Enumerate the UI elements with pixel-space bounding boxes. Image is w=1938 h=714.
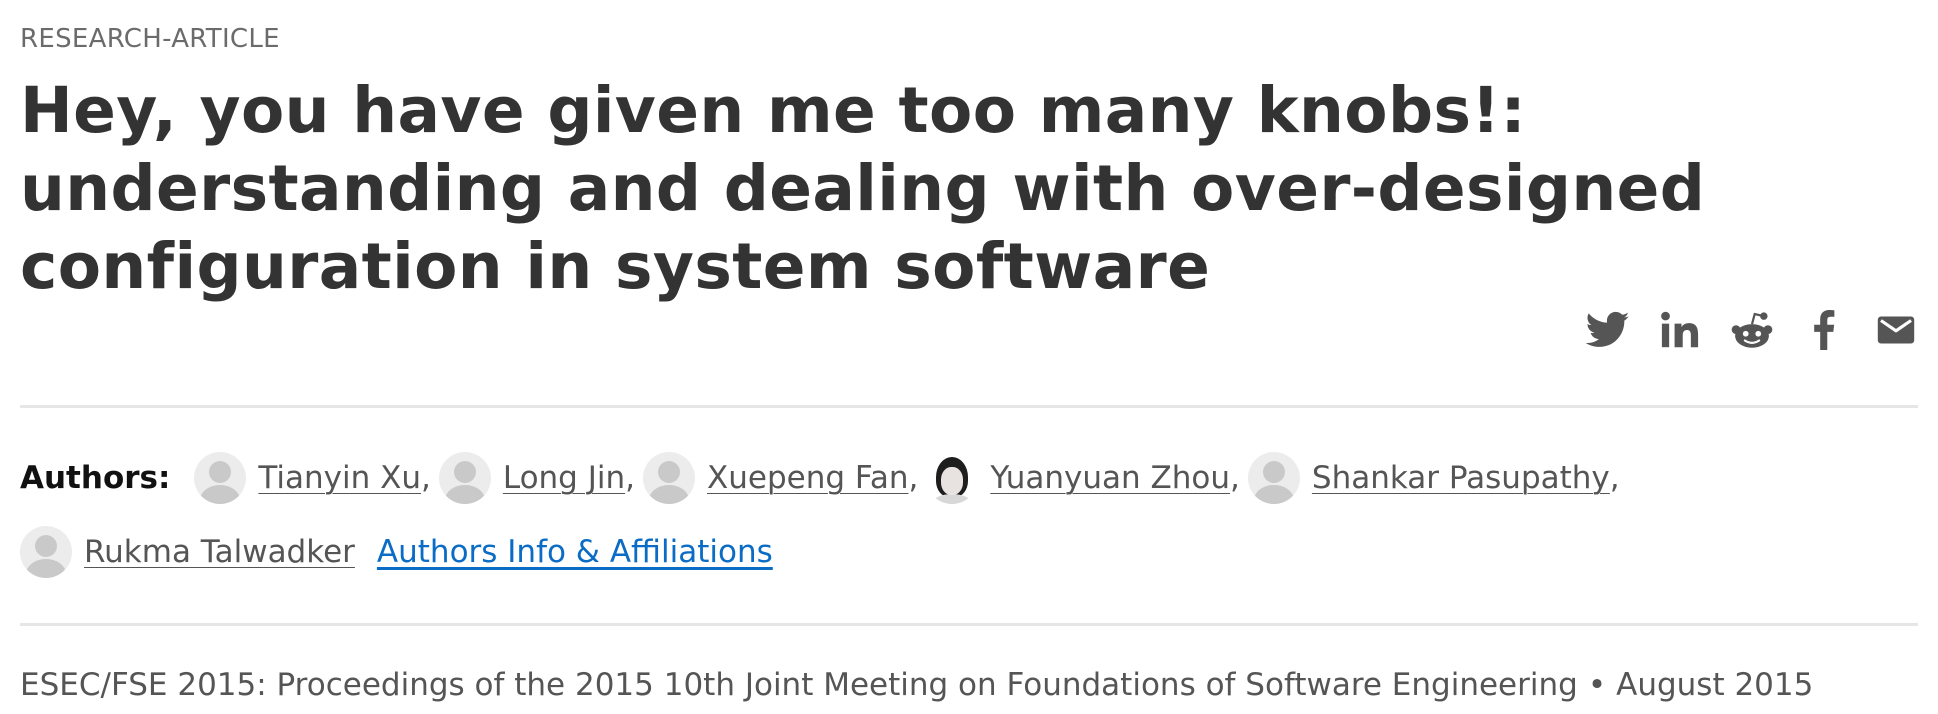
share-toolbar	[1586, 308, 1918, 352]
avatar-photo	[926, 452, 979, 504]
author-separator: ,	[908, 460, 919, 496]
authors-affiliations-link[interactable]: Authors Info & Affiliations	[377, 534, 773, 570]
article-title: Hey, you have given me too many knobs!: …	[20, 74, 1706, 303]
author-link[interactable]: Shankar Pasupathy	[1312, 460, 1610, 496]
author-link[interactable]: Xuepeng Fan	[707, 460, 909, 496]
author-item: Yuanyuan Zhou,	[926, 452, 1248, 504]
author-link[interactable]: Yuanyuan Zhou	[990, 460, 1230, 496]
facebook-icon	[1814, 310, 1835, 350]
avatar	[194, 452, 247, 504]
avatar	[1247, 452, 1300, 504]
proceedings-venue: ESEC/FSE 2015: Proceedings of the 2015 1…	[20, 667, 1578, 703]
reddit-icon	[1731, 312, 1773, 348]
avatar	[20, 526, 72, 578]
author-link[interactable]: Long Jin	[503, 460, 625, 496]
author-separator: ,	[625, 460, 635, 496]
author-item: Shankar Pasupathy,	[1247, 452, 1628, 504]
publication-info: ESEC/FSE 2015: Proceedings of the 2015 1…	[20, 667, 1813, 703]
divider	[20, 623, 1918, 626]
author-item: Rukma Talwadker	[20, 526, 355, 578]
author-item: Long Jin,	[438, 452, 643, 504]
share-facebook-button[interactable]	[1802, 308, 1846, 352]
share-email-button[interactable]	[1874, 308, 1918, 352]
authors-list-continued: Rukma Talwadker Authors Info & Affiliati…	[20, 526, 773, 578]
author-item: Xuepeng Fan,	[642, 452, 926, 504]
email-icon	[1877, 316, 1915, 344]
share-linkedin-button[interactable]	[1658, 308, 1702, 352]
authors-list: Authors: Tianyin Xu, Long Jin, Xuepeng F…	[20, 452, 1628, 504]
author-link[interactable]: Rukma Talwadker	[84, 534, 355, 570]
linkedin-icon	[1661, 311, 1699, 348]
author-separator: ,	[1230, 460, 1240, 496]
share-twitter-button[interactable]	[1586, 308, 1630, 352]
divider	[20, 405, 1918, 408]
twitter-icon	[1586, 311, 1630, 347]
publication-date: August 2015	[1616, 667, 1814, 703]
authors-label: Authors:	[20, 460, 171, 496]
share-reddit-button[interactable]	[1730, 308, 1774, 352]
author-item: Tianyin Xu,	[194, 452, 438, 504]
avatar	[642, 452, 695, 504]
author-link[interactable]: Tianyin Xu	[258, 460, 421, 496]
article-type-label: RESEARCH-ARTICLE	[20, 24, 280, 54]
author-separator: ,	[420, 460, 431, 496]
avatar	[438, 452, 491, 504]
author-separator: ,	[1609, 460, 1620, 496]
bullet-separator: •	[1587, 667, 1607, 703]
